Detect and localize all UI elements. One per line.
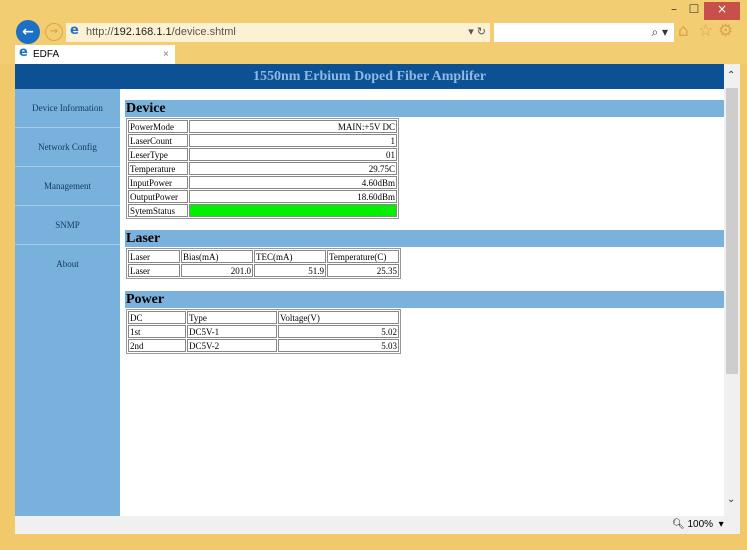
zoom-control[interactable]: 🔍︎ 100% ▾ <box>672 516 724 534</box>
cell: 51.9 <box>254 264 326 277</box>
url-path: /device.shtml <box>171 26 236 38</box>
table-row: Temperature 29.75C <box>128 162 397 175</box>
cell: Laser <box>128 264 180 277</box>
system-status-indicator: OK <box>189 204 397 217</box>
cell-value: 1 <box>189 134 397 147</box>
table-row: 1st DC5V-1 5.02 <box>128 325 399 338</box>
ie-icon: e <box>19 45 28 60</box>
tab-title: EDFA <box>33 49 60 60</box>
laser-heading: Laser <box>125 230 724 247</box>
cell-value: 4.60dBm <box>189 176 397 189</box>
header-cell: TEC(mA) <box>254 250 326 263</box>
cell-label: Temperature <box>128 162 188 175</box>
table-row: 2nd DC5V-2 5.03 <box>128 339 399 352</box>
vertical-scrollbar[interactable]: ⌃ ⌄ <box>724 64 740 516</box>
table-row: InputPower 4.60dBm <box>128 176 397 189</box>
browser-chrome: – ☐ × ← → e http://192.168.1.1/device.sh… <box>0 0 747 64</box>
sidebar-item-network-config[interactable]: Network Config <box>15 128 120 167</box>
laser-table: Laser Bias(mA) TEC(mA) Temperature(C) Laser… <box>126 248 401 279</box>
scroll-up-icon[interactable]: ⌃ <box>727 70 735 81</box>
cell-label: InputPower <box>128 176 188 189</box>
device-table: PowerMode MAIN:+5V DC LaserCount 1 LeserTy… <box>126 118 399 219</box>
cell: DC5V-2 <box>187 339 277 352</box>
cell-value: 01 <box>189 148 397 161</box>
cell-label: OutputPower <box>128 190 188 203</box>
forward-button[interactable]: → <box>45 23 63 41</box>
url-host: 192.168.1.1 <box>113 26 172 38</box>
refresh-button[interactable]: ▾ ↻ <box>468 23 486 42</box>
table-header-row: Laser Bias(mA) TEC(mA) Temperature(C) <box>128 250 399 263</box>
scrollbar-thumb[interactable] <box>726 88 738 374</box>
close-window-button[interactable]: × <box>704 2 740 20</box>
table-row: PowerMode MAIN:+5V DC <box>128 120 397 133</box>
table-row: Laser 201.0 51.9 25.35 <box>128 264 399 277</box>
minimize-button[interactable]: – <box>664 2 684 20</box>
cell-label: LeserType <box>128 148 188 161</box>
table-header-row: DC Type Voltage(V) <box>128 311 399 324</box>
back-button[interactable]: ← <box>16 20 40 44</box>
settings-gear-icon[interactable]: ⚙ <box>718 21 733 41</box>
cell: 5.03 <box>278 339 399 352</box>
header-cell: Laser <box>128 250 180 263</box>
header-cell: Type <box>187 311 277 324</box>
cell-value: 29.75C <box>189 162 397 175</box>
sidebar-item-device-information[interactable]: Device Information <box>15 89 120 128</box>
tab-close-icon[interactable]: × <box>163 45 169 64</box>
page-content: 1550nm Erbium Doped Fiber Amplifer Devic… <box>15 64 740 516</box>
table-row: LeserType 01 <box>128 148 397 161</box>
table-row: SytemStatus OK <box>128 204 397 217</box>
cell: 2nd <box>128 339 186 352</box>
sidebar-item-about[interactable]: About <box>15 245 120 284</box>
header-cell: DC <box>128 311 186 324</box>
cell: 1st <box>128 325 186 338</box>
address-bar[interactable]: e http://192.168.1.1/device.shtml ▾ ↻ <box>66 23 490 42</box>
home-icon[interactable]: ⌂ <box>678 21 689 41</box>
search-input[interactable]: ⌕ ▾ <box>494 23 674 42</box>
cell: 201.0 <box>181 264 253 277</box>
cell-value: MAIN:+5V DC <box>189 120 397 133</box>
scroll-down-icon[interactable]: ⌄ <box>727 494 735 505</box>
tab-edfa[interactable]: e EDFA × <box>15 45 175 64</box>
ie-icon: e <box>70 23 79 38</box>
cell: DC5V-1 <box>187 325 277 338</box>
cell-label: PowerMode <box>128 120 188 133</box>
table-row: OutputPower 18.60dBm <box>128 190 397 203</box>
table-row: LaserCount 1 <box>128 134 397 147</box>
sidebar-item-snmp[interactable]: SNMP <box>15 206 120 245</box>
cell-label: LaserCount <box>128 134 188 147</box>
page-title: 1550nm Erbium Doped Fiber Amplifer <box>15 64 724 89</box>
main-panel: Device PowerMode MAIN:+5V DC LaserCount 1 … <box>125 100 724 354</box>
device-heading: Device <box>125 100 724 117</box>
header-cell: Voltage(V) <box>278 311 399 324</box>
url-prefix: http:// <box>86 26 114 38</box>
cell-label: SytemStatus <box>128 204 188 217</box>
status-bar: 🔍︎ 100% ▾ <box>15 516 740 534</box>
zoom-level: 100% <box>687 519 714 530</box>
header-cell: Temperature(C) <box>327 250 399 263</box>
cell-value: 18.60dBm <box>189 190 397 203</box>
maximize-button[interactable]: ☐ <box>684 2 704 20</box>
sidebar: Device Information Network Config Manage… <box>15 89 120 516</box>
cell: 5.02 <box>278 325 399 338</box>
sidebar-item-management[interactable]: Management <box>15 167 120 206</box>
favorites-star-icon[interactable]: ☆ <box>698 21 713 41</box>
header-cell: Bias(mA) <box>181 250 253 263</box>
power-table: DC Type Voltage(V) 1st DC5V-1 5.02 2nd DC5V-2… <box>126 309 401 354</box>
power-heading: Power <box>125 291 724 308</box>
cell: 25.35 <box>327 264 399 277</box>
